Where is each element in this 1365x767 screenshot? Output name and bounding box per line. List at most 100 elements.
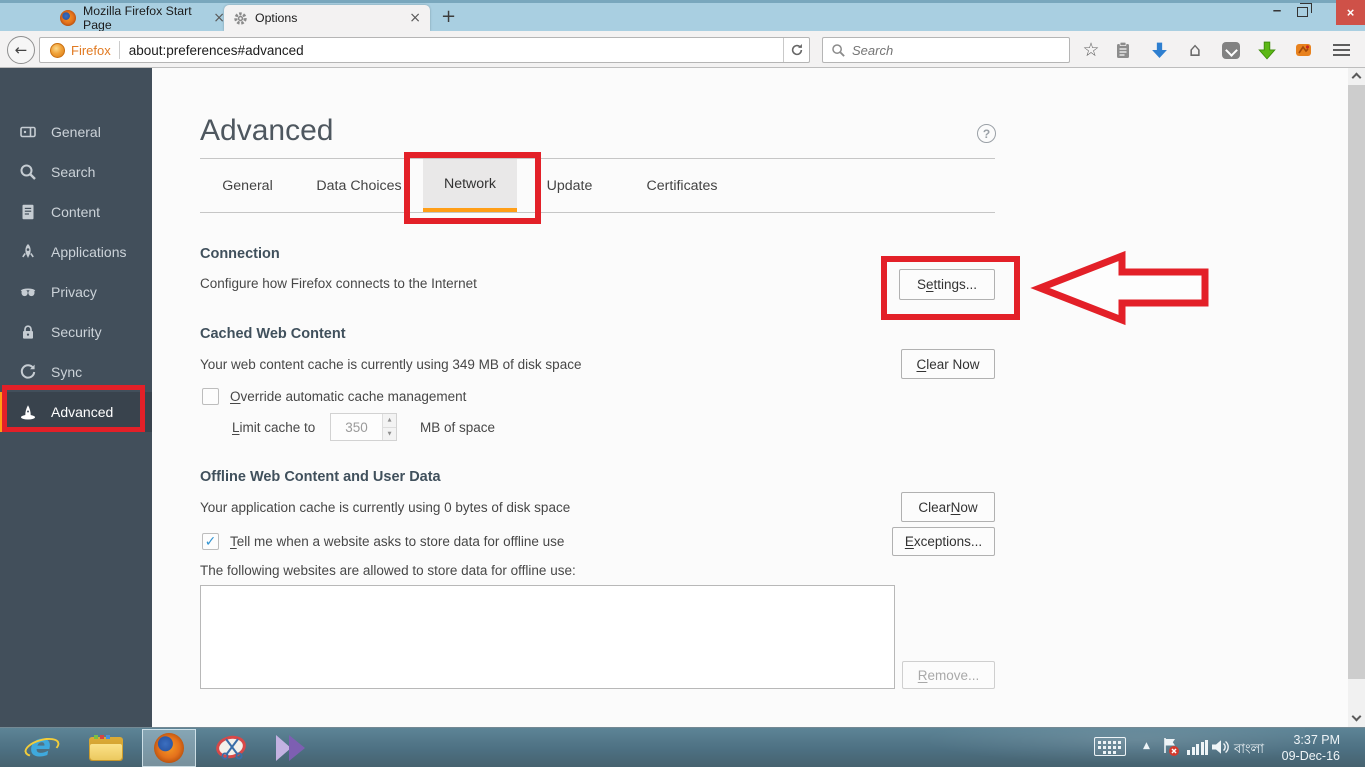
sidebar-item-content[interactable]: Content (0, 192, 152, 232)
taskbar-kmplayer[interactable] (268, 729, 318, 767)
tell-me-checkbox[interactable]: ✓ (202, 533, 219, 550)
sidebar-item-privacy[interactable]: Privacy (0, 272, 152, 312)
page-title: Advanced (200, 114, 334, 147)
checkmark-icon: ✓ (204, 533, 217, 550)
restore-button[interactable] (1297, 3, 1312, 17)
clock-time: 3:37 PM (1293, 733, 1340, 747)
offline-status: Your application cache is currently usin… (200, 500, 571, 515)
tab-general[interactable]: General (200, 159, 295, 212)
help-icon[interactable]: ? (977, 124, 996, 143)
search-bar[interactable] (822, 37, 1070, 63)
mask-icon (20, 288, 36, 297)
rocket-icon (22, 244, 34, 258)
sidebar-item-general[interactable]: General (0, 112, 152, 152)
general-icon (20, 126, 36, 138)
taskbar-firefox[interactable] (142, 729, 196, 767)
gear-icon (234, 11, 247, 25)
vertical-scrollbar[interactable] (1348, 68, 1365, 727)
site-identity-label: Firefox (71, 42, 111, 58)
back-button[interactable]: ← (7, 36, 35, 64)
spin-up-icon[interactable]: ▲ (383, 414, 396, 428)
menu-hamburger-icon[interactable] (1330, 40, 1352, 60)
internet-explorer-icon: e (24, 728, 58, 764)
scrollbar-down-icon[interactable] (1351, 711, 1362, 722)
site-identity-icon[interactable] (50, 42, 65, 58)
speaker-icon[interactable] (1210, 737, 1230, 757)
tell-me-label[interactable]: Tell me when a website asks to store dat… (230, 534, 564, 549)
annotation-arrow (1030, 250, 1209, 326)
sync-icon (20, 364, 36, 379)
network-signal-icon[interactable] (1187, 740, 1208, 755)
offline-list-caption: The following websites are allowed to st… (200, 563, 576, 578)
cache-limit-suffix: MB of space (420, 420, 496, 435)
clock-date: 09-Dec-16 (1281, 749, 1340, 763)
cache-limit-input[interactable]: 350 ▲ ▼ (330, 413, 397, 441)
sidebar-item-applications[interactable]: Applications (0, 232, 152, 272)
spin-down-icon[interactable]: ▼ (383, 427, 396, 440)
remove-button[interactable]: Remove... (902, 661, 995, 689)
taskbar-internet-explorer[interactable]: e (18, 728, 64, 767)
tab-bar: Mozilla Firefox Start Page × Options × +… (0, 0, 1365, 32)
folder-icon (89, 735, 123, 761)
connection-heading: Connection (200, 246, 280, 262)
download-manager-icon[interactable] (1256, 40, 1278, 60)
action-center-flag-icon[interactable] (1161, 736, 1181, 758)
reading-list-icon[interactable] (1112, 40, 1134, 60)
taskbar-file-explorer[interactable] (84, 729, 128, 767)
taskbar-snipping-tool[interactable] (210, 729, 256, 767)
url-bar[interactable]: Firefox about:preferences#advanced (39, 37, 810, 63)
annotation-box-settings (881, 256, 1020, 320)
kmplayer-icon (274, 734, 312, 762)
pocket-icon[interactable] (1220, 40, 1242, 60)
url-text[interactable]: about:preferences#advanced (129, 43, 304, 58)
language-indicator[interactable]: বাংলা (1234, 740, 1264, 761)
clear-now-button-cache[interactable]: Clear Now (901, 349, 995, 379)
minimize-button[interactable]: – (1266, 2, 1288, 24)
cache-limit-spinner[interactable]: ▲ ▼ (382, 414, 396, 440)
downloads-icon[interactable] (1148, 40, 1170, 60)
search-input[interactable] (852, 42, 1032, 58)
override-cache-label[interactable]: Override automatic cache management (230, 389, 466, 404)
clear-now-button-offline[interactable]: Clear Now (901, 492, 995, 522)
taskbar-clock[interactable]: 3:37 PM 09-Dec-16 (1276, 732, 1340, 764)
windows-taskbar: e ▲ বাংলা 3:37 PM 09-Dec-16 (0, 727, 1365, 767)
connection-description: Configure how Firefox connects to the In… (200, 276, 477, 291)
home-icon[interactable]: ⌂ (1184, 39, 1206, 61)
browser-tab-start-page[interactable]: Mozilla Firefox Start Page × (60, 4, 225, 32)
tab-close-icon[interactable]: × (409, 11, 421, 25)
annotation-box-advanced (2, 385, 145, 432)
addon-icon[interactable] (1292, 40, 1314, 60)
limit-cache-label: Limit cache to (232, 420, 316, 435)
scrollbar-up-icon[interactable] (1351, 72, 1362, 83)
cache-heading: Cached Web Content (200, 326, 346, 342)
document-icon (22, 204, 34, 220)
tab-title: Options (255, 11, 298, 25)
bookmark-star-icon[interactable]: ☆ (1080, 39, 1102, 61)
search-icon (20, 164, 36, 180)
firefox-icon (154, 733, 184, 763)
close-button[interactable]: × (1336, 0, 1365, 25)
reload-icon (791, 44, 802, 56)
tab-certificates[interactable]: Certificates (622, 159, 742, 212)
sidebar-item-security[interactable]: Security (0, 312, 152, 352)
reload-button[interactable] (783, 38, 809, 62)
cache-status: Your web content cache is currently usin… (200, 357, 582, 372)
annotation-box-network-tab (404, 152, 541, 224)
scrollbar-thumb[interactable] (1348, 85, 1365, 679)
search-icon (832, 43, 845, 57)
browser-tab-options[interactable]: Options × (224, 5, 430, 31)
lock-icon (23, 325, 33, 339)
new-tab-button[interactable]: + (441, 6, 456, 27)
offline-heading: Offline Web Content and User Data (200, 469, 441, 485)
override-cache-checkbox[interactable] (202, 388, 219, 405)
cache-limit-value[interactable]: 350 (331, 414, 382, 440)
tray-show-hidden-icons[interactable]: ▲ (1143, 741, 1150, 751)
exceptions-button[interactable]: Exceptions... (892, 527, 995, 556)
tab-title: Mozilla Firefox Start Page (83, 4, 192, 32)
touch-keyboard-icon[interactable] (1094, 737, 1126, 756)
offline-websites-listbox[interactable] (200, 585, 895, 689)
firefox-favicon-icon (60, 10, 76, 26)
url-separator (118, 41, 120, 59)
sidebar-item-search[interactable]: Search (0, 152, 152, 192)
advanced-tab-strip: General Data Choices Network Update Cert… (200, 158, 995, 213)
